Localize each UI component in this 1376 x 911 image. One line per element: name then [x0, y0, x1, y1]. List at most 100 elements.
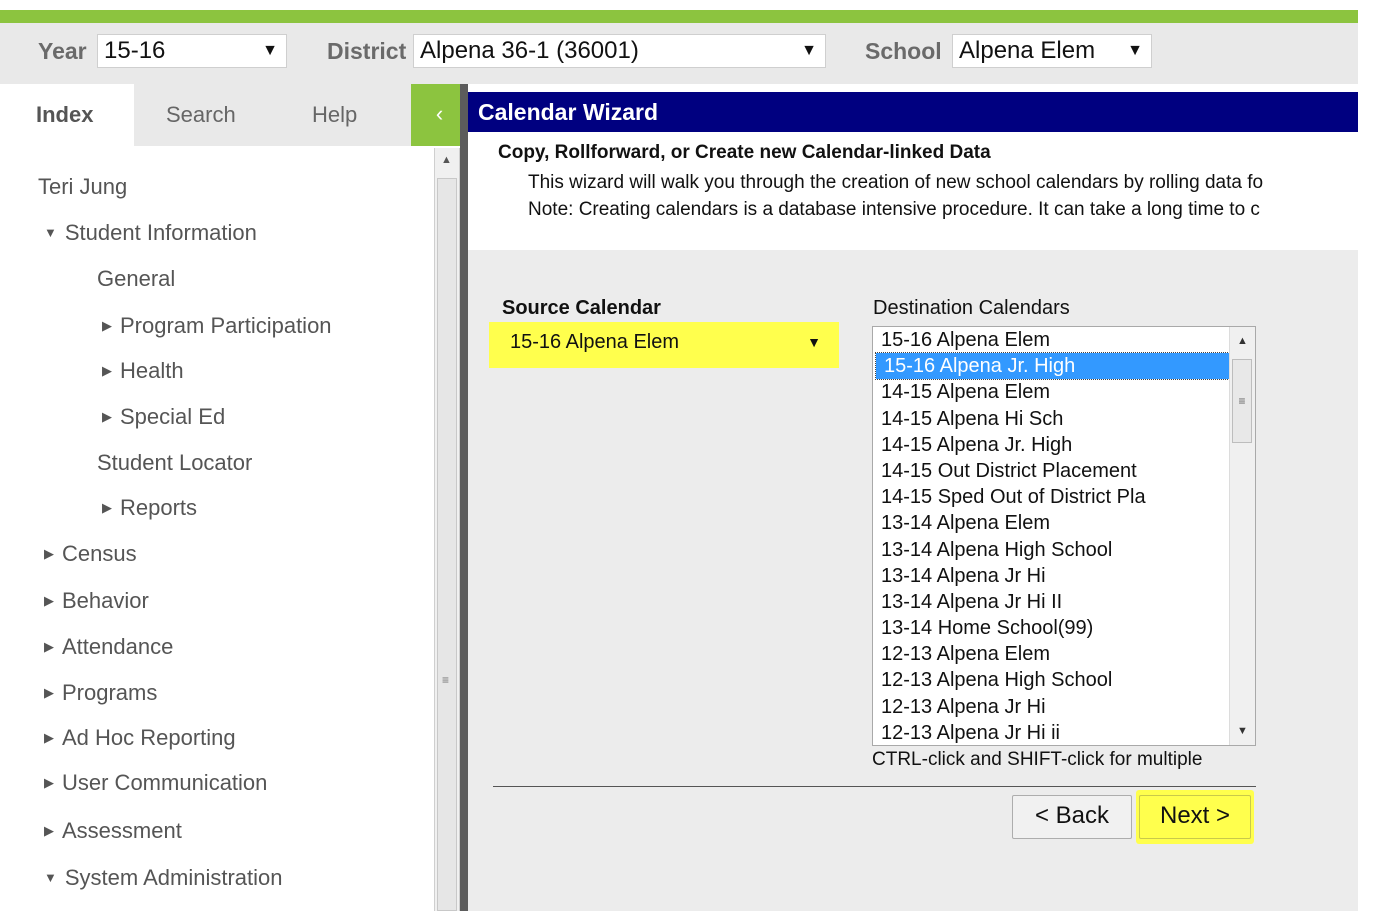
- triangle-right-icon: ▶: [102, 318, 112, 333]
- destination-option[interactable]: 14-15 Alpena Elem: [873, 379, 1255, 405]
- triangle-right-icon: ▶: [102, 363, 112, 378]
- destination-list-scrollbar[interactable]: ▲ ≡ ▼: [1229, 327, 1255, 745]
- destination-calendars-list[interactable]: 15-16 Alpena Elem 15-16 Alpena Jr. High 14…: [872, 326, 1256, 746]
- tree-item-label: Assessment: [62, 818, 182, 843]
- top-bar: Year 15-16 ▼ District Alpena 36-1 (36001…: [0, 0, 1358, 84]
- nav-tabs: Index Search Help ‹: [8, 84, 468, 148]
- destination-option[interactable]: 12-13 Alpena Elem: [873, 641, 1255, 667]
- source-calendar-label: Source Calendar: [502, 297, 661, 319]
- year-select-value: 15-16: [104, 37, 166, 64]
- year-select[interactable]: 15-16 ▼: [97, 34, 287, 68]
- tree-item-label: Ad Hoc Reporting: [62, 725, 236, 750]
- wizard-description: Copy, Rollforward, or Create new Calenda…: [468, 132, 1358, 250]
- wizard-title: Calendar Wizard: [468, 92, 1358, 132]
- tree-item-programs[interactable]: ▶ Programs: [44, 680, 157, 706]
- destination-option[interactable]: 14-15 Sped Out of District Pla: [873, 484, 1255, 510]
- source-calendar-value: 15-16 Alpena Elem: [510, 331, 680, 353]
- triangle-right-icon: ▶: [44, 546, 54, 561]
- source-calendar-select[interactable]: 15-16 Alpena Elem ▼: [501, 327, 831, 359]
- school-label: School: [865, 38, 942, 64]
- destination-option[interactable]: 12-13 Alpena High School: [873, 667, 1255, 693]
- tree-item-behavior[interactable]: ▶ Behavior: [44, 588, 149, 614]
- tree-item-assessment[interactable]: ▶ Assessment: [44, 818, 182, 844]
- triangle-right-icon: ▶: [44, 685, 54, 700]
- destination-option[interactable]: 15-16 Alpena Elem: [873, 327, 1255, 353]
- chevron-down-icon: ▼: [262, 42, 278, 59]
- destination-scrollbar-thumb[interactable]: ≡: [1232, 359, 1252, 443]
- footer-separator: [493, 786, 1256, 787]
- destination-option[interactable]: 13-14 Alpena High School: [873, 537, 1255, 563]
- wizard-description-line-2: Note: Creating calendars is a database i…: [528, 199, 1260, 220]
- brand-stripe: [0, 10, 1358, 23]
- left-navigation-panel: Index Search Help ‹ Teri Jung ▼ Student I…: [0, 84, 468, 911]
- triangle-right-icon: ▶: [44, 823, 54, 838]
- tree-item-label: Census: [62, 541, 137, 566]
- tree-item-label: User Communication: [62, 770, 268, 795]
- tree-item-label: Student Information: [64, 220, 257, 245]
- tree-item-student-information[interactable]: ▼ Student Information: [44, 220, 257, 246]
- destination-option[interactable]: 14-15 Alpena Hi Sch: [873, 406, 1255, 432]
- triangle-right-icon: ▶: [44, 730, 54, 745]
- triangle-right-icon: ▶: [102, 409, 112, 424]
- tree-item-health[interactable]: ▶ Health: [102, 358, 184, 384]
- destination-option[interactable]: 14-15 Out District Placement: [873, 458, 1255, 484]
- district-select[interactable]: Alpena 36-1 (36001) ▼: [413, 34, 826, 68]
- tree-item-label: Health: [120, 358, 184, 383]
- back-button[interactable]: < Back: [1012, 795, 1132, 839]
- next-button[interactable]: Next >: [1139, 795, 1251, 839]
- wizard-description-line-1: This wizard will walk you through the cr…: [528, 172, 1264, 193]
- scroll-up-arrow-icon[interactable]: ▲: [441, 154, 452, 166]
- destination-option[interactable]: 15-16 Alpena Jr. High: [875, 352, 1255, 381]
- tab-index[interactable]: Index: [36, 102, 93, 128]
- triangle-right-icon: ▶: [44, 639, 54, 654]
- tree-item-label: Attendance: [62, 634, 174, 659]
- tree-item-user-communication[interactable]: ▶ User Communication: [44, 770, 267, 796]
- tree-item-label: Special Ed: [120, 404, 226, 429]
- tree-item-census[interactable]: ▶ Census: [44, 541, 137, 567]
- destination-option[interactable]: 12-13 Alpena Jr Hi: [873, 694, 1255, 720]
- school-select-value: Alpena Elem: [959, 37, 1096, 64]
- destination-option[interactable]: 13-14 Alpena Elem: [873, 510, 1255, 536]
- triangle-down-icon: ▼: [44, 870, 57, 885]
- destination-option[interactable]: 12-13 Alpena Jr Hi ii: [873, 720, 1255, 745]
- chevron-down-icon: ▼: [1127, 42, 1143, 59]
- multi-select-hint: CTRL-click and SHIFT-click for multiple: [872, 749, 1203, 770]
- tree-item-student-locator[interactable]: Student Locator: [97, 450, 252, 476]
- district-select-value: Alpena 36-1 (36001): [420, 37, 639, 64]
- tree-item-special-ed[interactable]: ▶ Special Ed: [102, 404, 225, 430]
- tree-item-ad-hoc-reporting[interactable]: ▶ Ad Hoc Reporting: [44, 725, 236, 751]
- destination-option[interactable]: 13-14 Home School(99): [873, 615, 1255, 641]
- tree-item-label: Reports: [120, 495, 198, 520]
- destination-options: 15-16 Alpena Elem 15-16 Alpena Jr. High 14…: [873, 327, 1255, 745]
- tab-help[interactable]: Help: [312, 102, 357, 128]
- triangle-right-icon: ▶: [102, 500, 112, 515]
- destination-option[interactable]: 14-15 Alpena Jr. High: [873, 432, 1255, 458]
- tree-item-system-administration[interactable]: ▼ System Administration: [44, 865, 283, 891]
- tree-item-label: Programs: [62, 680, 158, 705]
- tab-search[interactable]: Search: [166, 102, 236, 128]
- tree-item-label: System Administration: [64, 865, 283, 890]
- scroll-down-arrow-icon[interactable]: ▼: [1230, 719, 1255, 743]
- wizard-heading: Copy, Rollforward, or Create new Calenda…: [498, 142, 991, 163]
- tree-item-reports[interactable]: ▶ Reports: [102, 495, 197, 521]
- triangle-down-icon: ▼: [44, 225, 57, 240]
- district-label: District: [327, 38, 407, 64]
- school-select[interactable]: Alpena Elem ▼: [952, 34, 1152, 68]
- nav-scrollbar[interactable]: ▲ ≡: [434, 148, 460, 911]
- chevron-down-icon: ▼: [807, 334, 821, 350]
- triangle-right-icon: ▶: [44, 593, 54, 608]
- tree-item-label: Program Participation: [120, 313, 332, 338]
- chevron-down-icon: ▼: [801, 42, 817, 59]
- top-accent: [0, 0, 1358, 10]
- panel-divider[interactable]: [460, 84, 468, 911]
- tree-item-program-participation[interactable]: ▶ Program Participation: [102, 313, 332, 339]
- tree-item-attendance[interactable]: ▶ Attendance: [44, 634, 173, 660]
- destination-option[interactable]: 13-14 Alpena Jr Hi: [873, 563, 1255, 589]
- tree-item-general[interactable]: General: [97, 266, 175, 292]
- tree-item-label: Behavior: [62, 588, 149, 613]
- nav-scrollbar-thumb[interactable]: ≡: [437, 178, 457, 911]
- destination-option[interactable]: 13-14 Alpena Jr Hi II: [873, 589, 1255, 615]
- tree-user-name[interactable]: Teri Jung: [38, 174, 127, 200]
- scroll-up-arrow-icon[interactable]: ▲: [1230, 329, 1255, 353]
- grip-icon: ≡: [442, 673, 450, 687]
